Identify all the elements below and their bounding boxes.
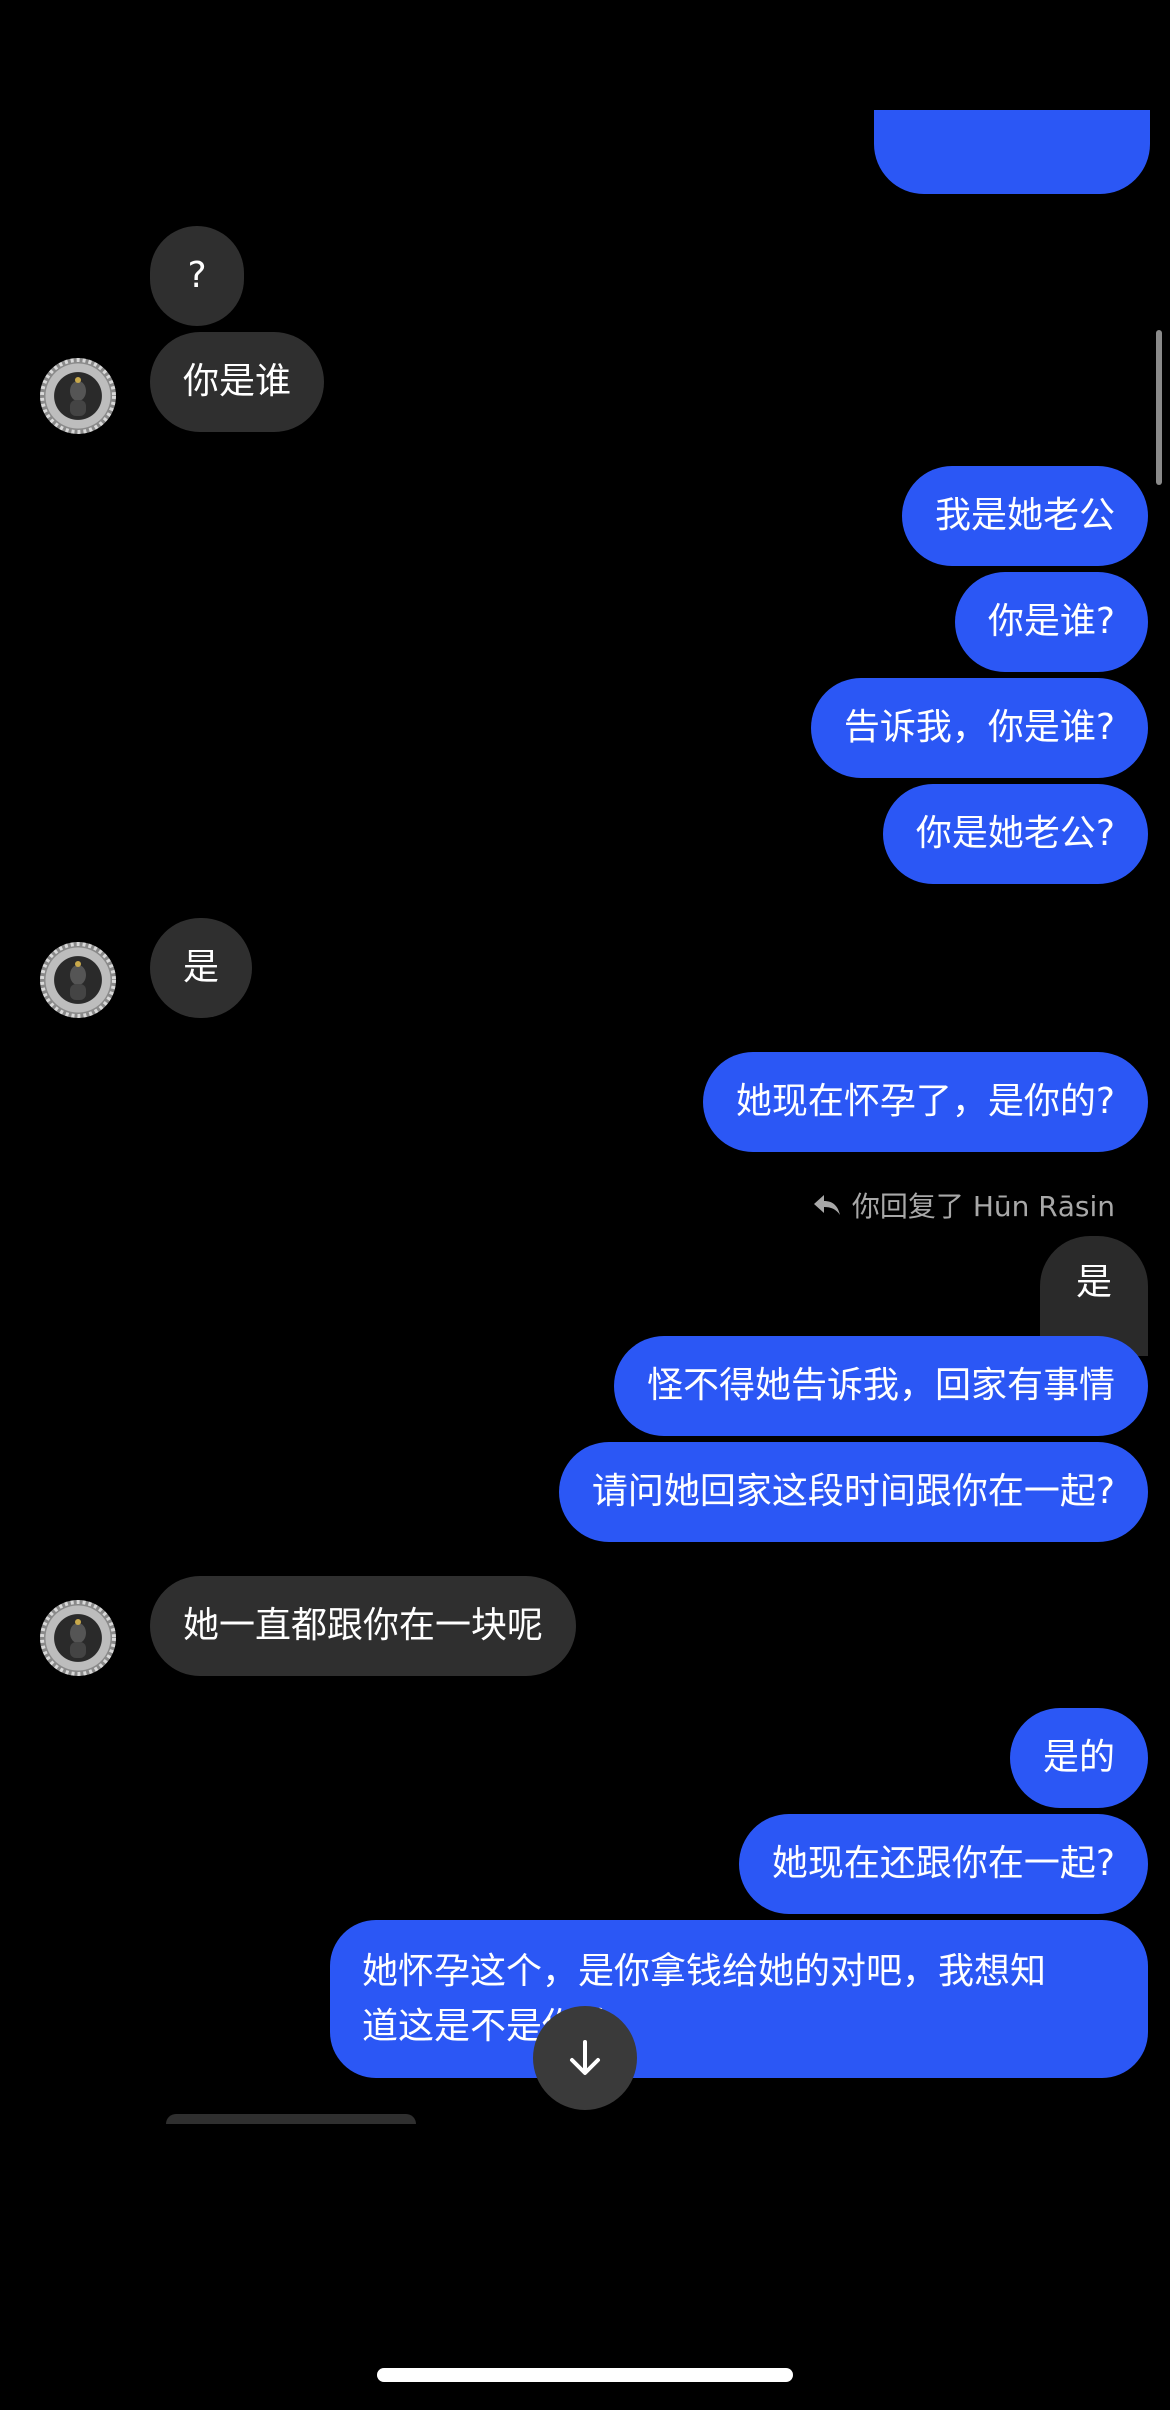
scroll-to-bottom-button[interactable] [533,2006,637,2110]
profile-image [40,358,116,434]
message-text: 是 [182,947,219,988]
message-text-line: 她怀孕这个，是你拿钱给她的对吧，我想知 [362,1951,1047,1992]
outgoing-message-partial[interactable] [874,110,1150,194]
message-text: 她现在还跟你在一起? [771,1843,1115,1884]
reply-arrow-icon [813,1195,840,1215]
message-text: 请问她回家这段时间跟你在一起? [591,1471,1115,1512]
avatar[interactable] [40,1600,116,1676]
message-text: 你是她老公? [915,813,1115,854]
message-text: 怪不得她告诉我，回家有事情 [646,1365,1115,1406]
arrow-down-icon [570,2040,600,2075]
scrollbar[interactable] [1156,330,1162,485]
message-text-line: 道这是不是你的 [362,2006,615,2047]
message-text: 是的 [1042,1737,1115,1778]
outgoing-message[interactable]: 她怀孕这个，是你拿钱给她的对吧，我想知 道这是不是你的 [330,1920,1148,2078]
message-text: 告诉我，你是谁? [843,707,1115,748]
message-text: 你是谁 [183,361,292,402]
outgoing-message[interactable]: 怪不得她告诉我，回家有事情 [613,1336,1148,1436]
profile-image [40,942,116,1018]
incoming-message[interactable]: 你是谁 [150,332,325,432]
message-text: 她现在怀孕了，是你的? [735,1081,1115,1122]
outgoing-message[interactable]: 她现在怀孕了，是你的? [702,1052,1148,1152]
incoming-message-partial[interactable] [166,2114,416,2124]
outgoing-message[interactable]: 是的 [1009,1708,1148,1808]
message-text: 她一直都跟你在一块呢 [183,1605,544,1646]
incoming-message[interactable]: 她一直都跟你在一块呢 [150,1576,577,1676]
message-text: ? [187,255,207,296]
reply-note-text: 你回复了 Hūn Rāsin [851,1190,1115,1223]
avatar[interactable] [40,358,116,434]
reply-note: 你回复了 Hūn Rāsin [812,1185,1115,1225]
outgoing-message[interactable]: 我是她老公 [901,466,1148,566]
outgoing-message[interactable]: 请问她回家这段时间跟你在一起? [558,1442,1148,1542]
profile-image [40,1600,116,1676]
outgoing-message[interactable]: 告诉我，你是谁? [810,678,1148,778]
message-text: 是 [1075,1262,1112,1303]
home-indicator[interactable] [377,2368,793,2382]
message-text: 我是她老公 [934,495,1115,536]
incoming-message[interactable]: ? [150,226,244,326]
outgoing-message[interactable]: 你是她老公? [882,784,1148,884]
avatar[interactable] [40,942,116,1018]
message-text: 你是谁? [987,601,1115,642]
outgoing-message[interactable]: 你是谁? [954,572,1148,672]
incoming-message[interactable]: 是 [150,918,252,1018]
outgoing-message[interactable]: 她现在还跟你在一起? [738,1814,1148,1914]
